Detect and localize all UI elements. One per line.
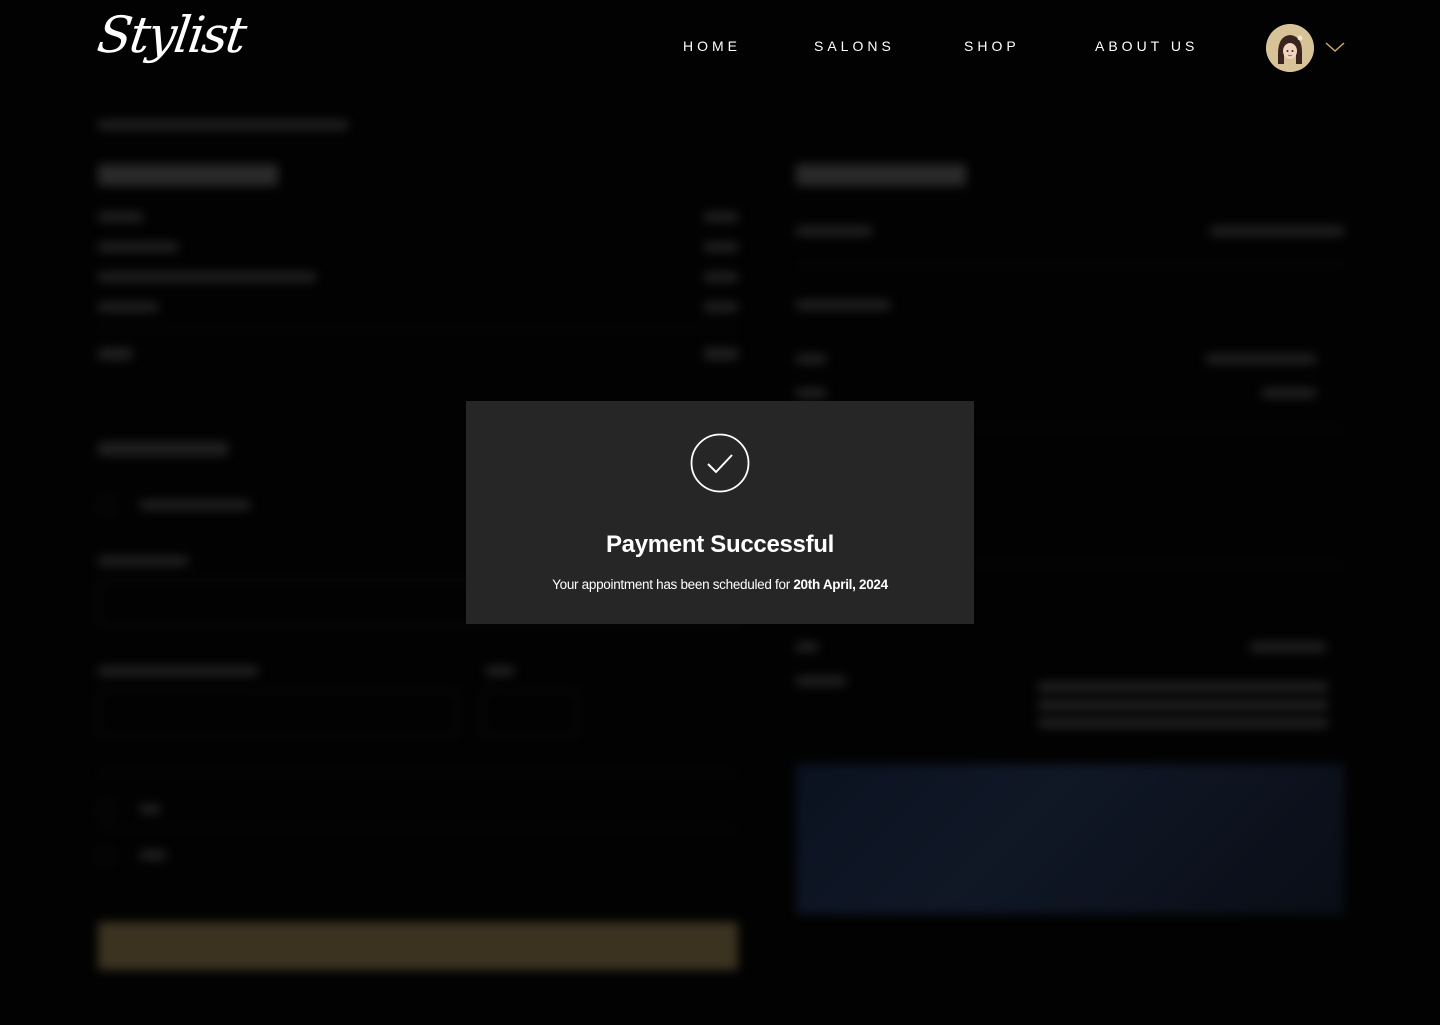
brand-logo[interactable]: Stylist — [94, 6, 248, 64]
chevron-down-icon[interactable] — [1324, 40, 1346, 54]
payment-success-modal: Payment Successful Your appointment has … — [466, 401, 974, 624]
modal-message: Your appointment has been scheduled for … — [466, 577, 974, 592]
nav-about-us-link[interactable]: ABOUT US — [1095, 38, 1198, 54]
avatar-illustration-icon — [1266, 24, 1314, 72]
nav-shop-link[interactable]: SHOP — [964, 38, 1020, 54]
nav-home-link[interactable]: HOME — [683, 38, 741, 54]
modal-title: Payment Successful — [605, 531, 835, 558]
modal-message-text: Your appointment has been scheduled for — [552, 577, 790, 592]
site-header: Stylist HOME SALONS SHOP ABOUT US — [0, 0, 1440, 96]
check-circle-icon — [690, 433, 750, 493]
appointment-date: 20th April, 2024 — [793, 577, 888, 592]
page: Stylist HOME SALONS SHOP ABOUT US Paymen… — [0, 0, 1440, 1025]
nav-salons-link[interactable]: SALONS — [814, 38, 895, 54]
user-avatar[interactable] — [1266, 24, 1314, 72]
